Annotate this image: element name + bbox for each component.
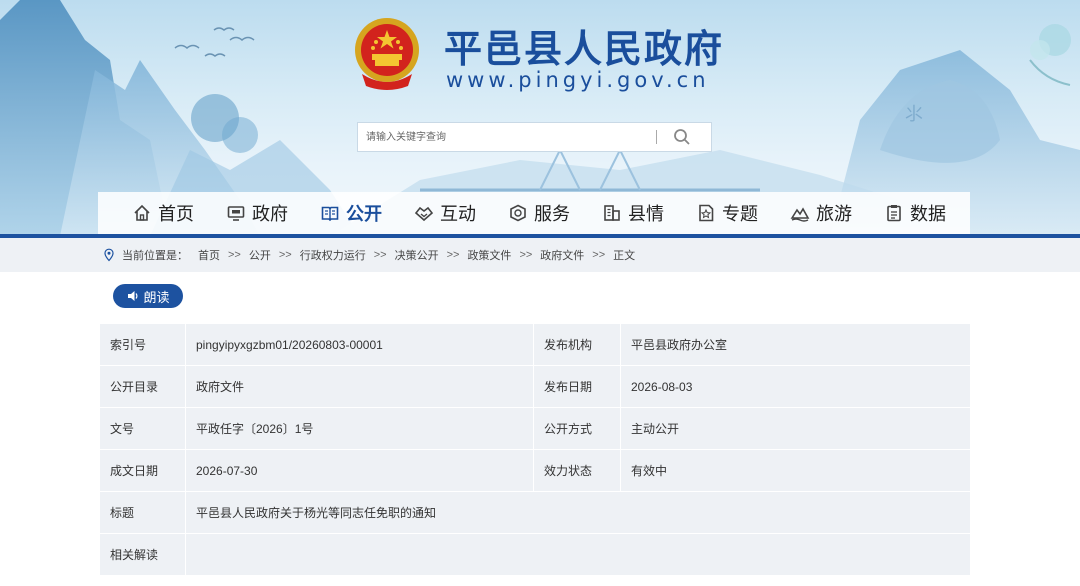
nav-label: 旅游	[816, 204, 852, 225]
field-value: 2026-08-03	[621, 366, 970, 408]
breadcrumb-separator: >>	[278, 249, 292, 261]
nav-item-government[interactable]: 政府	[226, 192, 288, 234]
breadcrumb-separator: >>	[519, 249, 533, 261]
field-value: 平邑县政府办公室	[621, 324, 970, 366]
search-divider	[656, 130, 657, 144]
search-box	[357, 122, 712, 152]
breadcrumb-separator: >>	[592, 249, 606, 261]
nav-label: 政府	[252, 204, 288, 225]
field-label: 公开方式	[534, 408, 621, 450]
handshake-icon	[414, 206, 434, 222]
nav-label: 互动	[440, 204, 476, 225]
location-icon	[104, 248, 114, 262]
read-aloud-button[interactable]: 朗读	[113, 284, 183, 308]
table-row: 索引号 pingyipyxgzbm01/20260803-00001 发布机构 …	[100, 324, 970, 366]
field-label: 发布机构	[534, 324, 621, 366]
field-value: 有效中	[621, 450, 970, 492]
breadcrumb-link[interactable]: 公开	[249, 247, 271, 263]
field-value: 主动公开	[621, 408, 970, 450]
breadcrumb-current: 正文	[613, 250, 636, 262]
table-row: 公开目录 政府文件 发布日期 2026-08-03	[100, 366, 970, 408]
breadcrumb-link[interactable]: 政府文件	[540, 247, 584, 263]
monitor-icon	[227, 206, 245, 221]
field-label: 文号	[100, 408, 186, 450]
book-icon	[321, 206, 339, 222]
breadcrumb-separator: >>	[373, 249, 387, 261]
clipboard-icon	[887, 205, 901, 222]
field-value: 2026-07-30	[186, 450, 534, 492]
nav-item-county[interactable]: 县情	[602, 192, 664, 234]
breadcrumb-separator: >>	[228, 249, 241, 261]
breadcrumb-prefix: 当前位置是：	[122, 250, 188, 262]
nav-label: 县情	[628, 204, 664, 225]
search-icon[interactable]	[671, 126, 693, 148]
nav-label: 公开	[346, 204, 382, 225]
nav-item-interaction[interactable]: 互动	[414, 192, 476, 234]
nav-item-topic[interactable]: 专题	[696, 192, 758, 234]
table-row: 标题 平邑县人民政府关于杨光等同志任免职的通知	[100, 492, 970, 534]
nav-item-home[interactable]: 首页	[132, 192, 194, 234]
main-nav: 首页 政府 公开 互动 服务 县情 专题 旅游 数据	[98, 192, 970, 234]
field-label: 效力状态	[534, 450, 621, 492]
table-row: 相关解读	[100, 534, 970, 576]
title-label: 标题	[100, 492, 186, 534]
breadcrumb-link[interactable]: 政策文件	[467, 247, 511, 263]
related-value	[186, 534, 970, 576]
nav-item-tourism[interactable]: 旅游	[790, 192, 852, 234]
star-doc-icon	[699, 204, 714, 222]
home-icon	[134, 204, 150, 221]
field-label: 公开目录	[100, 366, 186, 408]
field-value: 平政任字〔2026〕1号	[186, 408, 534, 450]
site-title: 平邑县人民政府	[444, 27, 725, 71]
mountain-icon	[790, 207, 810, 222]
nav-label: 服务	[534, 204, 570, 225]
read-aloud-label: 朗读	[143, 290, 170, 306]
nav-label: 首页	[158, 204, 194, 225]
nav-item-public[interactable]: 公开	[320, 192, 382, 234]
breadcrumb: 当前位置是： 首页 >> 公开 >> 行政权力运行 >> 决策公开 >> 政策文…	[102, 247, 635, 263]
table-row: 成文日期 2026-07-30 效力状态 有效中	[100, 450, 970, 492]
building-icon	[604, 205, 620, 221]
breadcrumb-link[interactable]: 决策公开	[395, 247, 439, 263]
breadcrumb-link[interactable]: 首页	[198, 247, 220, 263]
service-icon	[510, 204, 526, 222]
field-label: 成文日期	[100, 450, 186, 492]
field-label: 索引号	[100, 324, 186, 366]
site-url: www.pingyi.gov.cn	[446, 68, 710, 92]
breadcrumb-separator: >>	[446, 249, 460, 261]
header-banner: ⺢ 平邑县人民政府 www.pingyi.gov.cn 请输入关键字查询 首页 …	[0, 0, 1080, 236]
related-label: 相关解读	[100, 534, 186, 576]
nav-label: 专题	[722, 204, 758, 225]
speaker-icon	[128, 291, 138, 301]
nav-item-data[interactable]: 数据	[884, 192, 946, 234]
table-row: 文号 平政任字〔2026〕1号 公开方式 主动公开	[100, 408, 970, 450]
field-value: 政府文件	[186, 366, 534, 408]
document-info-table: 索引号 pingyipyxgzbm01/20260803-00001 发布机构 …	[100, 324, 970, 576]
svg-text:⺢: ⺢	[905, 104, 923, 125]
title-value: 平邑县人民政府关于杨光等同志任免职的通知	[186, 492, 970, 534]
field-label: 发布日期	[534, 366, 621, 408]
breadcrumb-link[interactable]: 行政权力运行	[300, 247, 366, 263]
nav-item-service[interactable]: 服务	[508, 192, 570, 234]
field-value: pingyipyxgzbm01/20260803-00001	[186, 324, 534, 366]
national-emblem-icon	[352, 16, 422, 92]
nav-label: 数据	[910, 204, 946, 225]
search-input[interactable]	[358, 123, 656, 151]
